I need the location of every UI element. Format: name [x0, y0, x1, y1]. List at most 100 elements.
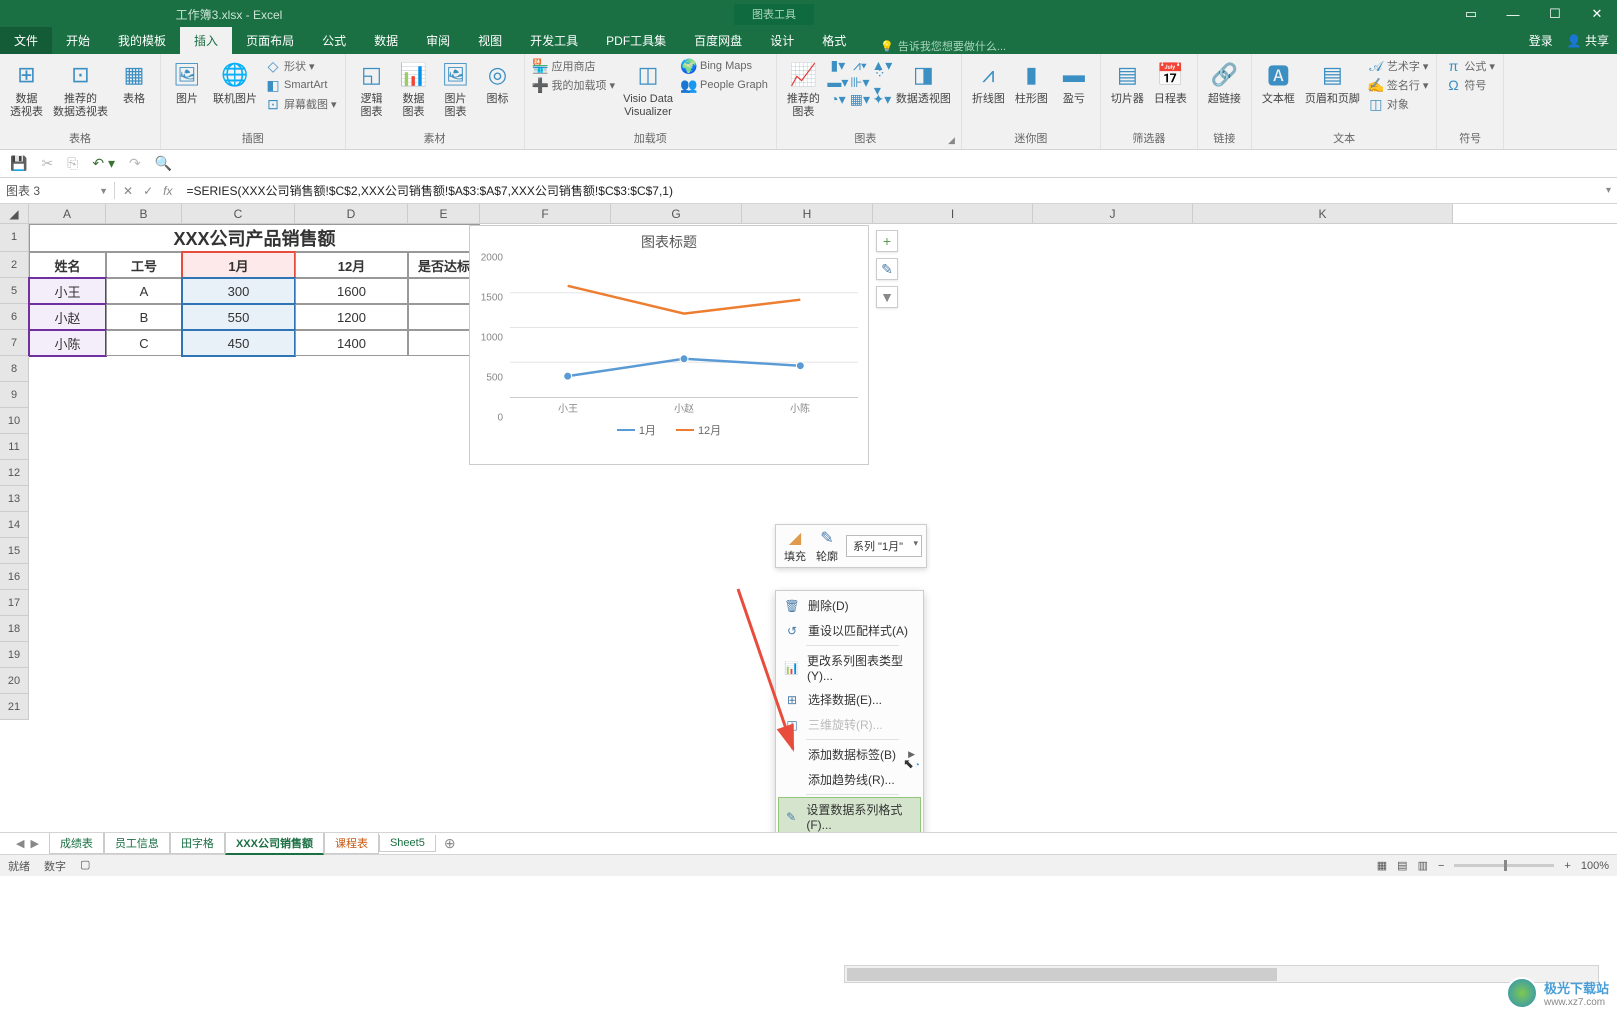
fx-icon[interactable]: fx	[163, 184, 172, 198]
row-header[interactable]: 8	[0, 356, 29, 382]
series-dec-line[interactable]	[568, 286, 801, 314]
recommended-charts-button[interactable]: 📈推荐的 图表	[783, 57, 824, 121]
sparkline-column-button[interactable]: ▮柱形图	[1011, 57, 1052, 108]
maximize-icon[interactable]: ☐	[1539, 3, 1571, 25]
tell-me[interactable]: 💡告诉我您想要做什么...	[880, 38, 1006, 54]
row-header[interactable]: 17	[0, 590, 29, 616]
zoom-out-icon[interactable]: −	[1438, 860, 1444, 872]
visio-button[interactable]: ◫Visio Data Visualizer	[619, 57, 677, 121]
cut-icon[interactable]: ✂	[41, 155, 53, 172]
header-footer-button[interactable]: ▤页眉和页脚	[1301, 57, 1364, 108]
people-graph-button[interactable]: 👥People Graph	[679, 76, 770, 94]
pic-chart-button[interactable]: 🖼图片 图表	[436, 57, 476, 121]
hyperlink-button[interactable]: 🔗超链接	[1204, 57, 1245, 108]
col-header-G[interactable]: G	[611, 204, 742, 223]
redo-icon[interactable]: ↷	[129, 155, 141, 172]
undo-icon[interactable]: ↶ ▾	[92, 155, 115, 172]
ribbon-options-icon[interactable]: ▭	[1455, 3, 1487, 25]
cell-name[interactable]: 小王	[29, 278, 106, 304]
row-header[interactable]: 5	[0, 278, 29, 304]
logic-chart-button[interactable]: ◱逻辑 图表	[352, 57, 392, 121]
cell-name[interactable]: 小赵	[29, 304, 106, 330]
symbol-button[interactable]: Ω符号	[1443, 76, 1497, 94]
cm-add-data-labels[interactable]: 添加数据标签(B)▶	[778, 742, 921, 767]
tab-design[interactable]: 设计	[756, 27, 808, 54]
line-chart-icon[interactable]: ⩘▾	[852, 57, 868, 73]
legend-item-dec[interactable]: 12月	[676, 422, 721, 438]
online-pictures-button[interactable]: 🌐联机图片	[209, 57, 261, 108]
preview-icon[interactable]: 🔍	[155, 155, 172, 172]
cm-add-trendline[interactable]: 添加趋势线(R)...	[778, 767, 921, 792]
row-header[interactable]: 1	[0, 224, 29, 252]
table-title[interactable]: XXX公司产品销售额	[29, 224, 480, 252]
equation-button[interactable]: π公式 ▾	[1443, 57, 1497, 75]
header-name[interactable]: 姓名	[29, 252, 106, 278]
col-header-B[interactable]: B	[106, 204, 182, 223]
surface-chart-icon[interactable]: ▦▾	[852, 91, 868, 107]
select-all-corner[interactable]: ◢	[0, 204, 29, 223]
col-header-J[interactable]: J	[1033, 204, 1193, 223]
cm-delete[interactable]: 🗑删除(D)	[778, 593, 921, 618]
accept-formula-icon[interactable]: ✓	[143, 184, 153, 198]
login-link[interactable]: 登录	[1529, 32, 1553, 49]
col-header-K[interactable]: K	[1193, 204, 1453, 223]
save-icon[interactable]: 💾	[10, 155, 27, 172]
col-header-I[interactable]: I	[873, 204, 1033, 223]
row-header[interactable]: 12	[0, 460, 29, 486]
smartart-button[interactable]: ◧SmartArt	[263, 76, 339, 94]
cell-name[interactable]: 小陈	[29, 330, 106, 356]
slicer-button[interactable]: ▤切片器	[1107, 57, 1148, 108]
embedded-chart[interactable]: 图表标题 2000 1500 1000 500 0	[469, 225, 869, 465]
formula-input[interactable]	[180, 184, 1600, 198]
cell-dec[interactable]: 1200	[295, 304, 408, 330]
cm-select-data[interactable]: ⊞选择数据(E)...	[778, 687, 921, 712]
sheet-tab[interactable]: Sheet5	[379, 835, 436, 852]
radar-chart-icon[interactable]: ✦▾	[874, 91, 890, 107]
textbox-button[interactable]: 🅰文本框	[1258, 57, 1299, 108]
row-header[interactable]: 14	[0, 512, 29, 538]
row-header[interactable]: 15	[0, 538, 29, 564]
header-id[interactable]: 工号	[106, 252, 182, 278]
chart-filters-button[interactable]: ▼	[876, 286, 898, 308]
row-header[interactable]: 18	[0, 616, 29, 642]
sheet-tab[interactable]: 课程表	[324, 833, 379, 854]
screenshot-button[interactable]: ⊡屏幕截图 ▾	[263, 95, 339, 113]
recommended-pivot-button[interactable]: ⊡推荐的 数据透视表	[49, 57, 112, 121]
series-selector[interactable]: 系列 "1月"	[846, 535, 922, 557]
data-chart-button[interactable]: 📊数据 图表	[394, 57, 434, 121]
cell-dec[interactable]: 1600	[295, 278, 408, 304]
my-addins-button[interactable]: ➕我的加载项 ▾	[531, 76, 618, 94]
col-header-C[interactable]: C	[182, 204, 295, 223]
cm-change-chart-type[interactable]: 📊更改系列图表类型(Y)...	[778, 648, 921, 687]
plot-area[interactable]	[510, 258, 858, 398]
name-box[interactable]: 图表 3▼	[0, 182, 115, 199]
tab-view[interactable]: 视图	[464, 27, 516, 54]
chart-legend[interactable]: 1月 12月	[470, 418, 868, 442]
store-button[interactable]: 🏪应用商店	[531, 57, 618, 75]
legend-item-jan[interactable]: 1月	[617, 422, 656, 438]
sheet-tab[interactable]: 成绩表	[49, 833, 104, 854]
row-header[interactable]: 21	[0, 694, 29, 720]
icon-button[interactable]: ◎图标	[478, 57, 518, 108]
header-dec[interactable]: 12月	[295, 252, 408, 278]
timeline-button[interactable]: 📅日程表	[1150, 57, 1191, 108]
object-button[interactable]: ◫对象	[1366, 95, 1431, 113]
tab-insert[interactable]: 插入	[180, 27, 232, 54]
row-header[interactable]: 20	[0, 668, 29, 694]
zoom-level[interactable]: 100%	[1581, 860, 1609, 872]
cm-format-data-series[interactable]: ✎设置数据系列格式(F)...	[778, 797, 921, 832]
view-layout-icon[interactable]: ▤	[1397, 859, 1407, 872]
wordart-button[interactable]: 𝒜艺术字 ▾	[1366, 57, 1431, 75]
column-chart-icon[interactable]: ▮▾	[830, 57, 846, 73]
tab-developer[interactable]: 开发工具	[516, 27, 592, 54]
cell-id[interactable]: C	[106, 330, 182, 356]
cm-reset-style[interactable]: ↺重设以匹配样式(A)	[778, 618, 921, 643]
row-header[interactable]: 6	[0, 304, 29, 330]
sparkline-line-button[interactable]: ⩘折线图	[968, 57, 1009, 108]
row-header[interactable]: 19	[0, 642, 29, 668]
pivottable-button[interactable]: ⊞数据 透视表	[6, 57, 47, 121]
tab-home[interactable]: 开始	[52, 27, 104, 54]
stock-chart-icon[interactable]: ⊪▾	[852, 74, 868, 90]
sheet-tab-active[interactable]: XXX公司销售额	[225, 833, 324, 855]
tab-data[interactable]: 数据	[360, 27, 412, 54]
